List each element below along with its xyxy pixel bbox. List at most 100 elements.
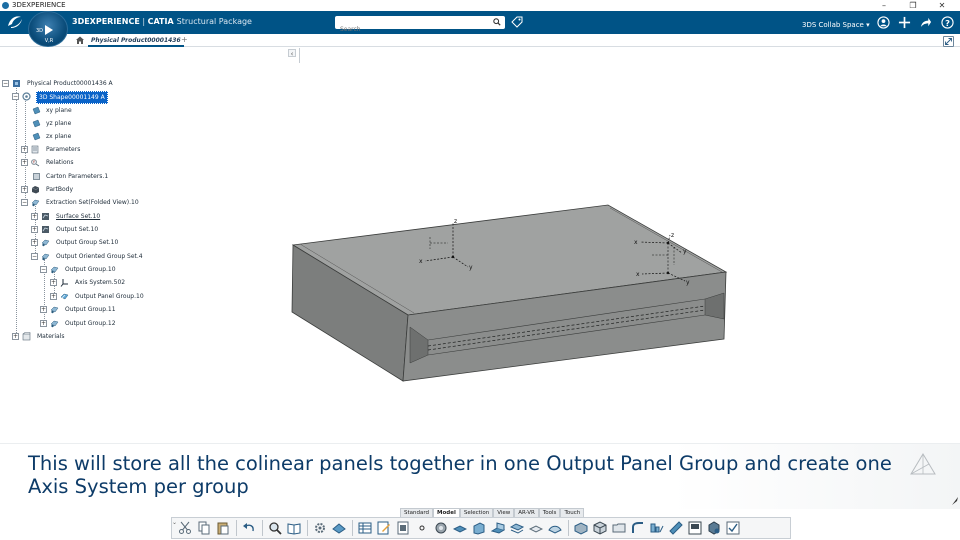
- svg-text:?: ?: [945, 18, 950, 28]
- expand-toggle[interactable]: +: [12, 333, 19, 340]
- tab-touch[interactable]: Touch: [560, 508, 585, 517]
- tree-node-label: PartBody: [46, 186, 73, 193]
- 3d-viewport[interactable]: z x y z x y x y: [290, 195, 740, 395]
- search-box[interactable]: [335, 16, 505, 36]
- plane-icon: [32, 132, 41, 141]
- tab-physical-product[interactable]: Physical Product00001436: [88, 34, 184, 47]
- search-icon[interactable]: [493, 18, 501, 26]
- unfold-button[interactable]: [572, 520, 589, 536]
- zoom-button[interactable]: [266, 520, 283, 536]
- axis-label-y: y: [683, 248, 687, 255]
- close-button[interactable]: ✕: [931, 0, 953, 11]
- collapse-toggle[interactable]: −: [12, 93, 19, 100]
- paste-icon: [217, 522, 228, 535]
- add-icon[interactable]: [898, 16, 911, 29]
- tree-collapse-button[interactable]: ‹: [288, 49, 296, 58]
- bend-button[interactable]: [629, 520, 646, 536]
- plane-icon: [32, 106, 41, 115]
- cut-button[interactable]: [176, 520, 193, 536]
- sheet-button[interactable]: [394, 520, 411, 536]
- gear-icon: [314, 523, 325, 533]
- cube-button[interactable]: [705, 520, 722, 536]
- pattern-button[interactable]: [648, 520, 665, 536]
- tree-node-label: Relations: [46, 159, 74, 166]
- pad-button[interactable]: [451, 520, 468, 536]
- collab-space-label: 3DS Collab Space: [802, 21, 864, 29]
- edit-button[interactable]: [375, 520, 392, 536]
- user-icon[interactable]: [877, 16, 890, 29]
- tab-selection[interactable]: Selection: [459, 508, 494, 517]
- help-icon[interactable]: ?: [941, 16, 954, 29]
- home-icon[interactable]: [75, 35, 85, 45]
- collab-space-selector[interactable]: 3DS Collab Space ▾: [802, 21, 870, 29]
- undo-button[interactable]: [240, 520, 257, 536]
- measure-icon: [668, 521, 683, 535]
- check-button[interactable]: [724, 520, 741, 536]
- expand-toggle[interactable]: +: [31, 226, 38, 233]
- surface-button[interactable]: [546, 520, 563, 536]
- layout-button[interactable]: [686, 520, 703, 536]
- axis-label-y: y: [686, 279, 690, 286]
- carton-parameters-icon: [33, 173, 40, 180]
- compass-widget[interactable]: 3D V,R: [28, 11, 68, 47]
- copy-icon: [198, 521, 209, 535]
- tree-node-label: Output Group.11: [65, 306, 116, 313]
- output-group-icon: [50, 320, 59, 328]
- copy-button[interactable]: [195, 520, 212, 536]
- play-icon[interactable]: [45, 25, 53, 35]
- render-button[interactable]: [330, 520, 347, 536]
- collapse-toggle[interactable]: −: [31, 253, 38, 260]
- materials-icon: [22, 332, 31, 341]
- expand-toggle[interactable]: +: [40, 320, 47, 327]
- folder-button[interactable]: [610, 520, 627, 536]
- expand-toggle[interactable]: +: [31, 213, 38, 220]
- settings-button[interactable]: [311, 520, 328, 536]
- shape-icon: [22, 92, 31, 101]
- fold-button[interactable]: [470, 520, 487, 536]
- compass-watermark-icon: [910, 453, 936, 475]
- tab-ar-vr[interactable]: AR-VR: [514, 508, 539, 517]
- tab-model[interactable]: Model: [433, 508, 460, 517]
- axis-label-y: y: [469, 264, 473, 271]
- expand-toggle[interactable]: +: [50, 279, 57, 286]
- tag-icon[interactable]: [511, 16, 523, 28]
- tab-tools[interactable]: Tools: [538, 508, 561, 517]
- book-button[interactable]: [285, 520, 302, 536]
- expand-toggle[interactable]: +: [21, 159, 28, 166]
- cube-icon: [708, 521, 719, 535]
- bend-icon: [631, 522, 643, 533]
- restore-button[interactable]: ❐: [902, 0, 924, 11]
- ds-logo-icon[interactable]: [6, 14, 24, 30]
- sheet-metal-button[interactable]: [508, 520, 525, 536]
- minimize-button[interactable]: –: [873, 0, 895, 11]
- axis-label-x: x: [636, 271, 640, 278]
- expand-toggle[interactable]: +: [21, 186, 28, 193]
- tab-standard[interactable]: Standard: [400, 508, 434, 517]
- action-bar-menu-icon[interactable]: ⌄: [172, 519, 177, 526]
- collapse-toggle[interactable]: −: [21, 199, 28, 206]
- flange-button[interactable]: [489, 520, 506, 536]
- expand-icon[interactable]: [943, 36, 954, 47]
- table-button[interactable]: [356, 520, 373, 536]
- box-button[interactable]: [591, 520, 608, 536]
- expand-toggle[interactable]: +: [21, 146, 28, 153]
- expand-toggle[interactable]: +: [40, 306, 47, 313]
- add-tab-button[interactable]: +: [181, 35, 188, 44]
- expand-toggle[interactable]: +: [50, 293, 57, 300]
- toolbar-separator: [352, 520, 353, 536]
- tree-node-label: zx plane: [46, 133, 72, 140]
- share-icon[interactable]: [919, 16, 932, 29]
- tab-view[interactable]: View: [493, 508, 515, 517]
- paste-button[interactable]: [214, 520, 231, 536]
- point-button[interactable]: [413, 520, 430, 536]
- relations-icon: f: [31, 159, 40, 167]
- shaft-button[interactable]: [432, 520, 449, 536]
- collapse-toggle[interactable]: −: [40, 266, 47, 273]
- plane-button[interactable]: [527, 520, 544, 536]
- compass-version-label: V,R: [44, 38, 54, 44]
- expand-toggle[interactable]: +: [31, 239, 38, 246]
- measure-button[interactable]: [667, 520, 684, 536]
- tree-divider[interactable]: [299, 48, 300, 63]
- collapse-toggle[interactable]: −: [2, 80, 9, 87]
- output-panel-group-icon: [60, 293, 69, 300]
